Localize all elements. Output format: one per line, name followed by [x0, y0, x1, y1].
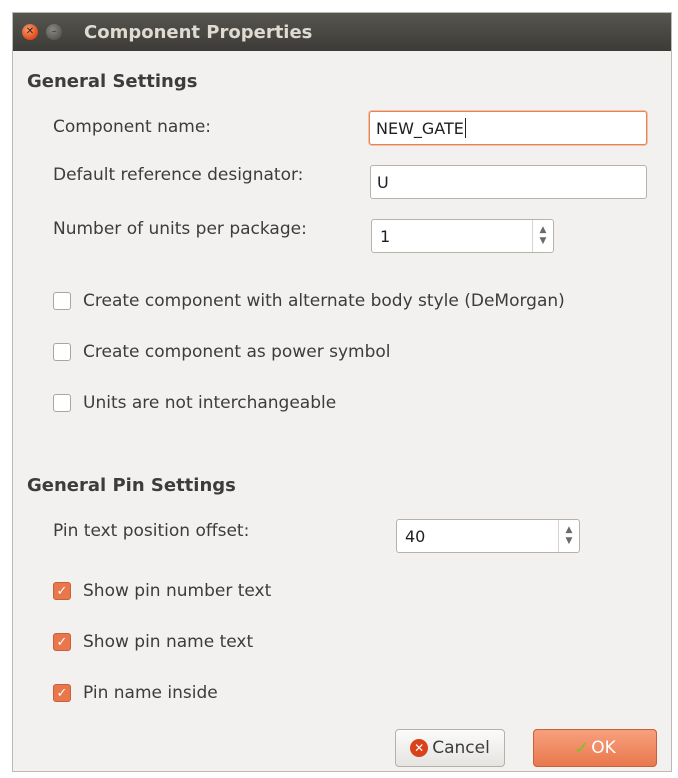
text-caret [464, 118, 466, 138]
spin-arrows: ▲ ▼ [558, 520, 579, 552]
pin-text-offset-label: Pin text position offset: [53, 521, 250, 541]
checkmark-icon: ✓ [56, 583, 68, 599]
cancel-button[interactable]: ✕ Cancel [395, 729, 505, 767]
window-title: Component Properties [84, 21, 313, 43]
ok-button[interactable]: ✓ OK [533, 729, 657, 767]
general-pin-settings-heading: General Pin Settings [27, 475, 236, 496]
reference-designator-value: U [377, 172, 389, 192]
units-per-package-label: Number of units per package: [53, 219, 307, 239]
reference-designator-label: Default reference designator: [53, 165, 304, 185]
checkmark-icon: ✓ [574, 737, 590, 759]
chevron-down-icon[interactable]: ▼ [566, 536, 573, 547]
power-symbol-checkbox-label: Create component as power symbol [83, 342, 391, 362]
show-pin-number-checkbox-label: Show pin number text [83, 581, 272, 601]
checkmark-icon: ✓ [56, 634, 68, 650]
spin-arrows: ▲ ▼ [532, 220, 553, 252]
units-interchangeable-checkbox-row[interactable]: Units are not interchangeable [53, 393, 336, 413]
component-name-label: Component name: [53, 117, 212, 137]
demorgan-checkbox-label: Create component with alternate body sty… [83, 291, 565, 311]
units-interchangeable-checkbox[interactable] [53, 394, 71, 412]
units-per-package-value: 1 [380, 227, 391, 246]
reference-designator-field[interactable]: U [370, 165, 647, 199]
power-symbol-checkbox[interactable] [53, 343, 71, 361]
show-pin-name-checkbox-label: Show pin name text [83, 632, 254, 652]
minimize-icon[interactable]: – [46, 24, 62, 40]
pin-text-offset-stepper[interactable]: 40 ▲ ▼ [396, 519, 580, 553]
dialog-content: General Settings Component name: NEW_GAT… [13, 51, 671, 771]
pin-text-offset-value: 40 [405, 527, 426, 546]
cancel-button-label: Cancel [432, 738, 490, 758]
chevron-up-icon[interactable]: ▲ [566, 525, 573, 536]
power-symbol-checkbox-row[interactable]: Create component as power symbol [53, 342, 391, 362]
units-per-package-stepper[interactable]: 1 ▲ ▼ [371, 219, 554, 253]
pin-name-inside-checkbox-label: Pin name inside [83, 683, 218, 703]
demorgan-checkbox[interactable] [53, 292, 71, 310]
component-properties-dialog: ✕ – Component Properties General Setting… [12, 12, 672, 772]
component-name-value: NEW_GATE [376, 118, 464, 138]
show-pin-name-checkbox[interactable]: ✓ [53, 633, 71, 651]
component-name-field[interactable]: NEW_GATE [369, 111, 647, 145]
pin-name-inside-checkbox-row[interactable]: ✓ Pin name inside [53, 683, 218, 703]
ok-button-label: OK [591, 738, 616, 758]
show-pin-name-checkbox-row[interactable]: ✓ Show pin name text [53, 632, 253, 652]
close-icon[interactable]: ✕ [22, 24, 38, 40]
general-settings-heading: General Settings [27, 71, 198, 92]
demorgan-checkbox-row[interactable]: Create component with alternate body sty… [53, 291, 565, 311]
checkmark-icon: ✓ [56, 685, 68, 701]
cancel-icon: ✕ [410, 739, 429, 757]
pin-name-inside-checkbox[interactable]: ✓ [53, 684, 71, 702]
chevron-down-icon[interactable]: ▼ [540, 236, 547, 247]
title-bar: ✕ – Component Properties [13, 13, 671, 51]
show-pin-number-checkbox-row[interactable]: ✓ Show pin number text [53, 581, 271, 601]
chevron-up-icon[interactable]: ▲ [540, 225, 547, 236]
units-interchangeable-checkbox-label: Units are not interchangeable [83, 393, 337, 413]
show-pin-number-checkbox[interactable]: ✓ [53, 582, 71, 600]
